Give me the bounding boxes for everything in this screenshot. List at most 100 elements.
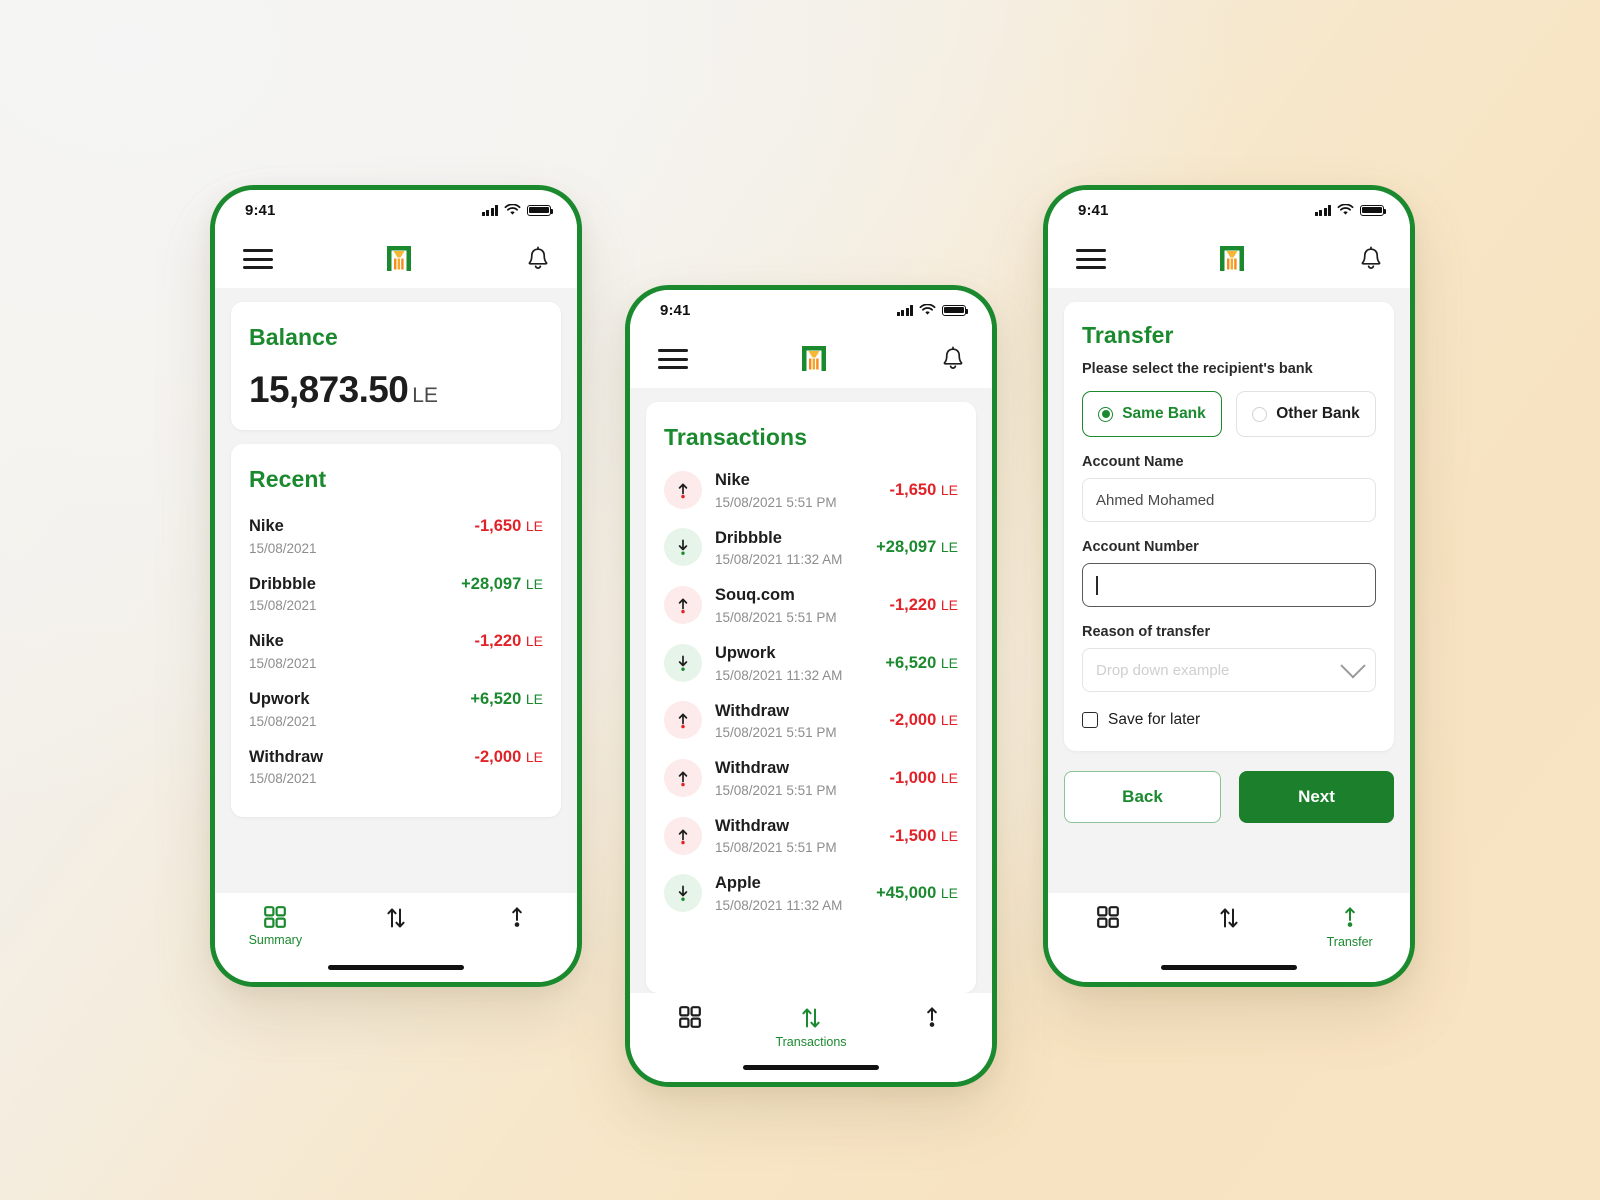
account-name-value: Ahmed Mohamed bbox=[1096, 491, 1215, 509]
amount-value: +45,000 bbox=[876, 884, 937, 903]
transaction-name: Withdraw bbox=[249, 747, 324, 766]
notification-bell-icon[interactable] bbox=[1358, 245, 1384, 273]
transaction-amount: -1,220 LE bbox=[474, 631, 543, 651]
nav-item-summary[interactable]: Summary bbox=[630, 1005, 751, 1055]
transaction-info: Dribbble 15/08/2021 11:32 AM bbox=[715, 528, 876, 568]
bank-option-label: Same Bank bbox=[1122, 405, 1206, 422]
balance-amount: 15,873.50 LE bbox=[249, 371, 543, 408]
recent-transaction-row[interactable]: Nike 15/08/2021 -1,220 LE bbox=[249, 622, 543, 680]
reason-label: Reason of transfer bbox=[1082, 624, 1211, 640]
next-button[interactable]: Next bbox=[1239, 771, 1394, 823]
bottom-navigation: Summary Transactions Transfer bbox=[630, 993, 992, 1082]
wifi-icon bbox=[504, 204, 521, 215]
transaction-row[interactable]: Withdraw 15/08/2021 5:51 PM -2,000 LE bbox=[664, 692, 958, 750]
amount-currency: LE bbox=[940, 885, 958, 902]
transaction-amount: +28,097 LE bbox=[461, 574, 543, 594]
app-bar bbox=[215, 230, 577, 288]
nav-item-summary[interactable]: Summary bbox=[215, 905, 336, 955]
send-up-icon bbox=[926, 1007, 937, 1027]
transaction-info: Upwork 15/08/2021 bbox=[249, 689, 317, 729]
nav-item-transactions[interactable]: Transactions bbox=[1169, 905, 1290, 955]
nav-item-label: Transfer bbox=[1326, 935, 1373, 949]
arrow-up-icon bbox=[678, 771, 688, 787]
transaction-row[interactable]: Nike 15/08/2021 5:51 PM -1,650 LE bbox=[664, 461, 958, 519]
bank-option-other[interactable]: Other Bank bbox=[1236, 391, 1376, 437]
nav-row: SummaryTransactionsTransfer bbox=[630, 1005, 992, 1055]
hamburger-menu-icon[interactable] bbox=[658, 349, 688, 369]
nav-row: SummaryTransactions Transfer bbox=[1048, 905, 1410, 955]
battery-icon bbox=[942, 304, 969, 316]
radio-button-icon bbox=[1252, 406, 1268, 422]
transaction-row[interactable]: Dribbble 15/08/2021 11:32 AM +28,097 LE bbox=[664, 519, 958, 577]
balance-title: Balance bbox=[249, 324, 338, 350]
transaction-row[interactable]: Souq.com 15/08/2021 5:51 PM -1,220 LE bbox=[664, 576, 958, 634]
transaction-direction-icon bbox=[664, 586, 702, 625]
nav-item-label: Summary bbox=[248, 933, 303, 947]
app-bar bbox=[1048, 230, 1410, 288]
nav-item-transactions[interactable]: Transactions bbox=[336, 905, 457, 955]
amount-currency: LE bbox=[940, 539, 958, 556]
status-icons bbox=[896, 304, 969, 316]
arrow-up-icon bbox=[678, 829, 688, 844]
cellular-signal-icon bbox=[896, 304, 913, 316]
transaction-row[interactable]: Withdraw 15/08/2021 5:51 PM -1,000 LE bbox=[664, 749, 958, 807]
wifi-icon bbox=[919, 304, 936, 315]
nav-item-transactions[interactable]: Transactions bbox=[751, 1005, 872, 1055]
transaction-row[interactable]: Apple 15/08/2021 11:32 AM +45,000 LE bbox=[664, 864, 958, 922]
transaction-info: Withdraw 15/08/2021 5:51 PM bbox=[715, 816, 889, 856]
nav-item-transfer[interactable]: Transfer bbox=[456, 905, 577, 955]
transaction-date: 15/08/2021 bbox=[249, 598, 317, 614]
status-icons bbox=[1314, 204, 1387, 216]
grid-icon bbox=[264, 906, 287, 928]
account-name-field[interactable]: Ahmed Mohamed bbox=[1082, 478, 1376, 522]
save-for-later-row[interactable]: Save for later bbox=[1082, 711, 1376, 729]
status-time: 9:41 bbox=[660, 301, 691, 319]
transaction-info: Nike 15/08/2021 bbox=[249, 631, 317, 671]
save-for-later-checkbox[interactable] bbox=[1082, 712, 1098, 728]
reason-dropdown[interactable]: Drop down example bbox=[1082, 648, 1376, 692]
transactions-title: Transactions bbox=[664, 424, 808, 450]
transaction-row[interactable]: Upwork 15/08/2021 11:32 AM +6,520 LE bbox=[664, 634, 958, 692]
transaction-info: Nike 15/08/2021 bbox=[249, 516, 317, 556]
transaction-amount: +28,097 LE bbox=[876, 537, 958, 557]
notification-bell-icon[interactable] bbox=[940, 345, 966, 373]
transaction-date: 15/08/2021 5:51 PM bbox=[715, 782, 837, 798]
notification-bell-icon[interactable] bbox=[525, 245, 551, 273]
bank-option-same[interactable]: Same Bank bbox=[1082, 391, 1222, 437]
transactions-list[interactable]: Nike 15/08/2021 5:51 PM -1,650 LE Dribbble 1… bbox=[664, 461, 958, 922]
phone-mockup-transactions: 9:41 Transactions Nike 15/08/2021 5:51 P… bbox=[625, 285, 997, 1087]
back-button[interactable]: Back bbox=[1064, 771, 1221, 823]
bank-logo-icon bbox=[802, 346, 826, 371]
home-indicator bbox=[743, 1065, 879, 1070]
hamburger-menu-icon[interactable] bbox=[243, 249, 273, 269]
account-number-field[interactable] bbox=[1082, 563, 1376, 607]
phone-mockup-summary: 9:41 Balance 15,873.50 LE Recent Nike 15… bbox=[210, 185, 582, 987]
arrow-up-icon bbox=[678, 483, 688, 499]
transaction-row[interactable]: Withdraw 15/08/2021 5:51 PM -1,500 LE bbox=[664, 807, 958, 865]
transaction-date: 15/08/2021 5:51 PM bbox=[715, 840, 837, 856]
recent-transaction-row[interactable]: Withdraw 15/08/2021 -2,000 LE bbox=[249, 738, 543, 796]
amount-currency: LE bbox=[525, 633, 543, 650]
recent-transaction-row[interactable]: Dribbble 15/08/2021 +28,097 LE bbox=[249, 565, 543, 623]
transaction-name: Nike bbox=[249, 632, 284, 651]
transaction-amount: -1,500 LE bbox=[889, 826, 958, 846]
amount-currency: LE bbox=[525, 575, 543, 592]
amount-value: +6,520 bbox=[885, 653, 937, 672]
transaction-direction-icon bbox=[664, 874, 702, 913]
balance-currency: LE bbox=[412, 384, 438, 407]
transaction-name: Withdraw bbox=[715, 701, 790, 720]
balance-value: 15,873.50 bbox=[249, 369, 409, 410]
nav-item-summary[interactable]: Summary bbox=[1048, 905, 1169, 955]
app-bar bbox=[630, 330, 992, 388]
hamburger-menu-icon[interactable] bbox=[1076, 249, 1106, 269]
transaction-info: Dribbble 15/08/2021 bbox=[249, 574, 317, 614]
amount-currency: LE bbox=[525, 748, 543, 765]
transaction-info: Withdraw 15/08/2021 bbox=[249, 747, 323, 787]
transaction-amount: -2,000 LE bbox=[474, 747, 543, 767]
recent-transaction-row[interactable]: Upwork 15/08/2021 +6,520 LE bbox=[249, 680, 543, 738]
nav-item-transfer[interactable]: Transfer bbox=[871, 1005, 992, 1055]
recent-transaction-row[interactable]: Nike 15/08/2021 -1,650 LE bbox=[249, 507, 543, 565]
amount-value: -1,220 bbox=[889, 596, 937, 615]
transaction-date: 15/08/2021 11:32 AM bbox=[715, 898, 843, 913]
nav-item-transfer[interactable]: Transfer bbox=[1289, 905, 1410, 955]
